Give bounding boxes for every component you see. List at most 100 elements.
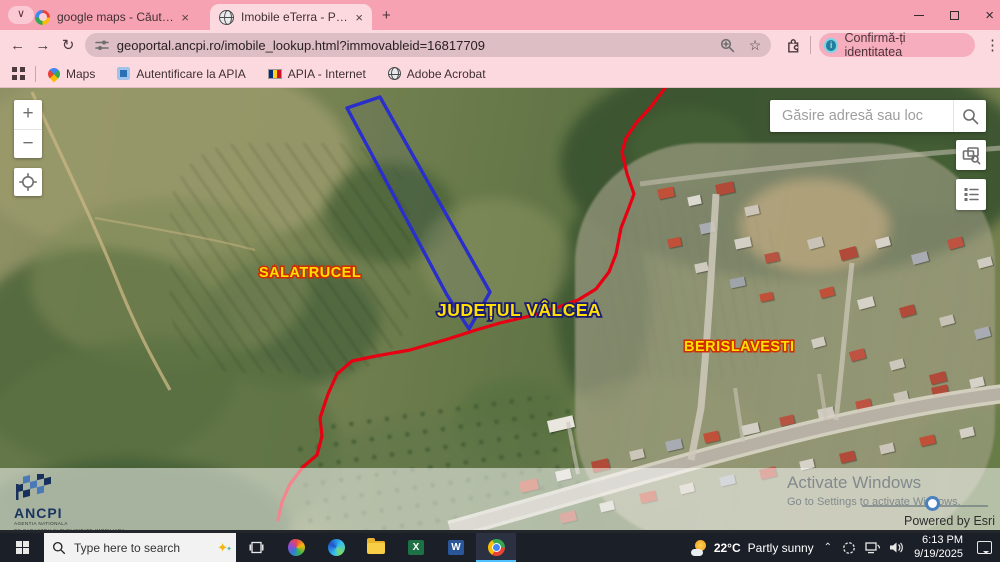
word-button[interactable]: W bbox=[436, 533, 476, 562]
taskbar-search-input[interactable] bbox=[74, 540, 192, 555]
action-center-icon[interactable] bbox=[977, 541, 992, 554]
maximize-button[interactable] bbox=[950, 7, 965, 20]
edge-button[interactable] bbox=[316, 533, 356, 562]
window-controls: × bbox=[914, 0, 994, 30]
site-settings-icon[interactable] bbox=[94, 38, 109, 52]
forward-button[interactable]: → bbox=[30, 37, 55, 54]
weather-condition: Partly sunny bbox=[747, 540, 814, 555]
windows-taskbar: ✦ X W 22°C Partly sunny ⌃ bbox=[0, 533, 1000, 562]
identity-info-icon: i bbox=[823, 37, 839, 53]
bookmark-maps[interactable]: Maps bbox=[45, 65, 96, 82]
locate-button[interactable] bbox=[14, 168, 42, 196]
bookmark-apia-internet[interactable]: APIA - Internet bbox=[267, 66, 366, 81]
crosshair-icon bbox=[19, 173, 37, 191]
file-explorer-button[interactable] bbox=[356, 533, 396, 562]
apps-grid-icon[interactable] bbox=[12, 67, 25, 80]
excel-button[interactable]: X bbox=[396, 533, 436, 562]
copilot-sparkle-icon: ✦ bbox=[217, 540, 232, 556]
taskbar-tray: 22°C Partly sunny ⌃ 6:13 PM 9/19/2025 bbox=[690, 534, 1000, 562]
word-icon: W bbox=[448, 540, 467, 555]
toolbar-divider bbox=[809, 36, 811, 54]
bookmark-label: Maps bbox=[66, 66, 96, 81]
confirm-identity-button[interactable]: i Confirmă-ți identitatea bbox=[818, 31, 976, 59]
ancpi-title: ANCPI bbox=[14, 505, 63, 521]
zoom-page-icon[interactable] bbox=[720, 38, 735, 53]
hidden-icons-chevron[interactable]: ⌃ bbox=[824, 542, 832, 553]
bookmark-label: Autentificare la APIA bbox=[136, 66, 246, 81]
task-view-button[interactable] bbox=[236, 533, 276, 562]
start-button[interactable] bbox=[0, 533, 44, 562]
maps-pin-icon bbox=[45, 65, 63, 82]
bookmarks-divider bbox=[35, 65, 36, 82]
taskbar-search[interactable]: ✦ bbox=[44, 533, 236, 562]
adobe-globe-icon bbox=[387, 67, 401, 80]
task-view-icon bbox=[249, 541, 263, 554]
tab-imobile-eterra[interactable]: Imobile eTerra - Public × bbox=[210, 4, 372, 30]
reload-button[interactable]: ↻ bbox=[56, 36, 81, 54]
bookmark-apia-auth[interactable]: Autentificare la APIA bbox=[117, 66, 246, 81]
close-button[interactable]: × bbox=[985, 8, 994, 23]
address-bar[interactable]: geoportal.ancpi.ro/imobile_lookup.html?i… bbox=[84, 33, 772, 57]
chrome-icon bbox=[487, 539, 505, 556]
watermark-line1: Activate Windows bbox=[787, 473, 922, 492]
copilot-button[interactable] bbox=[276, 533, 316, 562]
esri-attribution: Powered by Esri bbox=[903, 514, 995, 528]
minimize-button[interactable] bbox=[914, 14, 925, 16]
back-button[interactable]: ← bbox=[5, 37, 30, 54]
browser-toolbar: ← → ↻ geoportal.ancpi.ro/imobile_lookup.… bbox=[0, 30, 1000, 60]
zoom-out-button[interactable]: − bbox=[14, 129, 42, 158]
identity-label: Confirmă-ți identitatea bbox=[844, 31, 906, 59]
weather-temp: 22°C bbox=[713, 540, 741, 555]
google-favicon-icon bbox=[35, 9, 50, 25]
browser-titlebar: ∨ google maps - Căutare Google × Imobile… bbox=[0, 0, 1000, 30]
legend-button[interactable] bbox=[956, 179, 986, 210]
search-icon bbox=[962, 108, 978, 124]
legend-icon bbox=[964, 188, 979, 201]
romania-flag-icon bbox=[267, 68, 282, 79]
map-search bbox=[770, 100, 986, 132]
globe-favicon-icon bbox=[219, 9, 234, 25]
zoom-in-button[interactable]: + bbox=[14, 100, 42, 129]
desktop: ∨ google maps - Căutare Google × Imobile… bbox=[0, 0, 1000, 562]
bookmark-label: Adobe Acrobat bbox=[406, 66, 486, 81]
tab-title: google maps - Căutare Google bbox=[57, 10, 174, 24]
map-viewport[interactable]: SALATRUCEL JUDEȚUL VÂLCEA BERISLAVESTI A… bbox=[0, 88, 1000, 533]
bookmark-label: APIA - Internet bbox=[287, 66, 366, 81]
bookmark-adobe[interactable]: Adobe Acrobat bbox=[387, 66, 486, 81]
basemap-gallery-button[interactable] bbox=[956, 140, 986, 170]
bookmark-star-icon[interactable]: ☆ bbox=[749, 37, 762, 54]
windows-logo-icon bbox=[15, 541, 29, 554]
edge-icon bbox=[327, 539, 345, 556]
map-slider-knob[interactable] bbox=[925, 496, 940, 511]
tab-close-icon[interactable]: × bbox=[181, 10, 189, 25]
chrome-button[interactable] bbox=[476, 533, 516, 562]
extensions-icon[interactable] bbox=[785, 37, 802, 54]
clock-date: 9/19/2025 bbox=[914, 547, 963, 560]
search-icon bbox=[52, 541, 66, 554]
copilot-icon bbox=[287, 539, 305, 556]
partly-sunny-icon bbox=[690, 539, 707, 556]
weather-widget[interactable]: 22°C Partly sunny bbox=[690, 539, 814, 556]
tab-title: Imobile eTerra - Public bbox=[241, 10, 349, 24]
excel-icon: X bbox=[408, 540, 427, 555]
bookmarks-bar: Maps Autentificare la APIA APIA - Intern… bbox=[0, 60, 1000, 88]
basemap-icon bbox=[962, 146, 980, 164]
ancpi-logo: ANCPI AGENTIA NATIONALA DE CADASTRU SI P… bbox=[14, 471, 174, 530]
url-text[interactable]: geoportal.ancpi.ro/imobile_lookup.html?i… bbox=[117, 38, 712, 53]
zoom-control: + − bbox=[14, 100, 42, 158]
taskbar-clock[interactable]: 6:13 PM 9/19/2025 bbox=[914, 534, 963, 562]
clock-time: 6:13 PM bbox=[922, 533, 963, 546]
tab-close-icon[interactable]: × bbox=[355, 10, 363, 25]
map-search-button[interactable] bbox=[953, 100, 986, 132]
network-icon[interactable] bbox=[865, 541, 881, 554]
ancpi-subtitle-1: AGENTIA NATIONALA bbox=[14, 521, 68, 526]
tab-google-maps[interactable]: google maps - Căutare Google × bbox=[26, 4, 198, 30]
new-tab-button[interactable]: + bbox=[382, 7, 391, 24]
folder-icon bbox=[367, 538, 385, 554]
map-search-input[interactable] bbox=[770, 108, 953, 124]
browser-menu-icon[interactable]: ⋮ bbox=[985, 36, 1000, 54]
ancpi-flag-icon bbox=[16, 471, 51, 500]
meet-now-icon[interactable] bbox=[842, 541, 856, 555]
volume-icon[interactable] bbox=[889, 541, 904, 554]
apia-icon bbox=[117, 67, 131, 80]
